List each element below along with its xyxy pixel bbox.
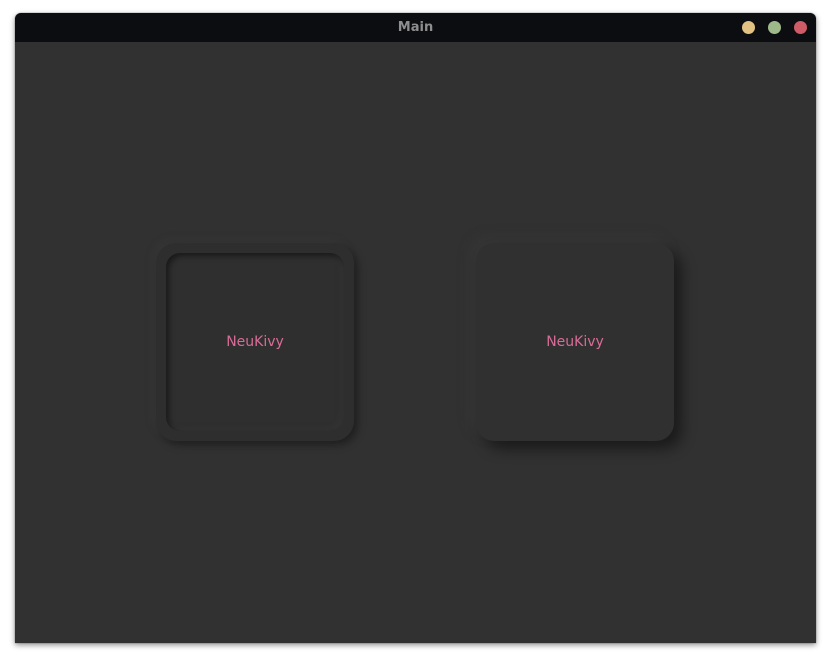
minimize-button[interactable] [742,21,755,34]
window-title: Main [397,20,434,35]
close-button[interactable] [794,21,807,34]
neu-card-inset[interactable]: NeuKivy [156,243,354,441]
main-content: NeuKivy NeuKivy [15,42,816,643]
maximize-button[interactable] [768,21,781,34]
neu-card-raised[interactable]: NeuKivy [476,243,674,441]
title-bar[interactable]: Main [15,13,816,42]
neu-card-raised-label: NeuKivy [546,334,604,350]
neu-card-inset-label: NeuKivy [226,334,284,350]
app-window: Main NeuKivy NeuKivy [15,13,816,643]
